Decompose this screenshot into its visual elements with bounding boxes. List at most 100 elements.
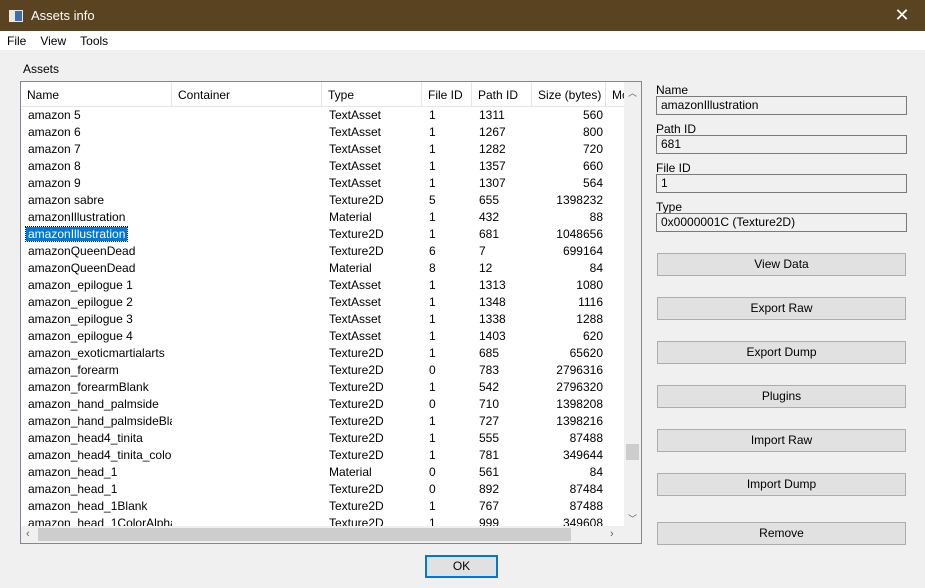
cell-path-id: 1267 <box>479 125 506 139</box>
export-raw-button[interactable]: Export Raw <box>657 297 906 320</box>
cell-path-id: 1403 <box>479 329 506 343</box>
cell-type: Texture2D <box>329 499 384 513</box>
type-label: Type <box>656 200 683 214</box>
cell-type: Texture2D <box>329 244 384 258</box>
table-header: Name Container Type File ID Path ID Size… <box>21 82 624 107</box>
cell-name-text: amazon_forearm <box>28 363 119 377</box>
table-row[interactable]: amazon_epilogue 4 TextAsset 1 1403 620 <box>21 328 624 345</box>
cell-name-text: amazonQueenDead <box>28 261 136 275</box>
cell-name: amazon_head_1Blank <box>21 498 172 515</box>
vertical-scroll-thumb[interactable] <box>626 444 639 460</box>
close-icon[interactable]: ✕ <box>879 0 925 31</box>
cell-container <box>172 294 322 311</box>
table-row[interactable]: amazon_epilogue 2 TextAsset 1 1348 1116 <box>21 294 624 311</box>
ok-button[interactable]: OK <box>425 555 498 578</box>
cell-size: 65620 <box>569 346 603 360</box>
cell-path-id: 542 <box>479 380 500 394</box>
horizontal-scroll-thumb[interactable] <box>38 528 571 541</box>
menu-tools[interactable]: Tools <box>73 34 115 48</box>
cell-type: Texture2D <box>329 227 384 241</box>
table-row[interactable]: amazon 7 TextAsset 1 1282 720 <box>21 141 624 158</box>
table-row[interactable]: amazon_epilogue 1 TextAsset 1 1313 1080 <box>21 277 624 294</box>
table-row[interactable]: amazon 5 TextAsset 1 1311 560 <box>21 107 624 124</box>
menu-view[interactable]: View <box>33 34 73 48</box>
assets-group-label: Assets <box>23 62 60 76</box>
cell-name-text: amazon 7 <box>28 142 81 156</box>
menu-file[interactable]: File <box>0 34 33 48</box>
table-row[interactable]: amazon_forearm Texture2D 0 783 2796316 <box>21 362 624 379</box>
cell-name-text: amazon 5 <box>28 108 81 122</box>
cell-name-text: amazon_epilogue 3 <box>28 312 133 326</box>
cell-type: Texture2D <box>329 193 384 207</box>
cell-size: 1048656 <box>556 227 603 241</box>
cell-path-id: 1307 <box>479 176 506 190</box>
column-header-container[interactable]: Container <box>172 82 322 107</box>
window-title: Assets info <box>31 8 95 23</box>
export-dump-button[interactable]: Export Dump <box>657 341 906 364</box>
cell-name-text: amazon 9 <box>28 176 81 190</box>
table-row[interactable]: amazon_head4_tinita_colo... Texture2D 1 781… <box>21 447 624 464</box>
file-id-field[interactable]: 1 <box>656 174 907 193</box>
cell-size: 699164 <box>562 244 603 258</box>
cell-file-id: 1 <box>429 431 436 445</box>
cell-type: Material <box>329 210 372 224</box>
table-row[interactable]: amazon_head_1 Material 0 561 84 <box>21 464 624 481</box>
table-row[interactable]: amazon 8 TextAsset 1 1357 660 <box>21 158 624 175</box>
table-row[interactable]: amazonQueenDead Texture2D 6 7 699164 <box>21 243 624 260</box>
cell-file-id: 1 <box>429 278 436 292</box>
cell-file-id: 0 <box>429 397 436 411</box>
cell-path-id: 892 <box>479 482 500 496</box>
column-header-path-id[interactable]: Path ID <box>472 82 532 107</box>
cell-name-text: amazon 8 <box>28 159 81 173</box>
cell-name-text: amazon 6 <box>28 125 81 139</box>
cell-container <box>172 260 322 277</box>
import-dump-button[interactable]: Import Dump <box>657 473 906 496</box>
table-row[interactable]: amazon_epilogue 3 TextAsset 1 1338 1288 <box>21 311 624 328</box>
table-row[interactable]: amazon_hand_palmside Texture2D 0 710 1398208 <box>21 396 624 413</box>
cell-container <box>172 226 322 243</box>
column-header-type[interactable]: Type <box>322 82 422 107</box>
table-row[interactable]: amazon_hand_palmsideBlank Texture2D 1 727 13… <box>21 413 624 430</box>
table-row[interactable]: amazon_head4_tinita Texture2D 1 555 87488 <box>21 430 624 447</box>
plugins-button[interactable]: Plugins <box>657 385 906 408</box>
column-header-modified[interactable]: Mo <box>606 82 624 107</box>
table-row[interactable]: amazonIllustration Texture2D 1 681 1048656 <box>21 226 624 243</box>
cell-container <box>172 277 322 294</box>
remove-button[interactable]: Remove <box>657 522 906 545</box>
table-row[interactable]: amazon 9 TextAsset 1 1307 564 <box>21 175 624 192</box>
cell-name-text: amazon_epilogue 2 <box>28 295 133 309</box>
cell-name: amazon_head_1 <box>21 464 172 481</box>
table-row[interactable]: amazon sabre Texture2D 5 655 1398232 <box>21 192 624 209</box>
cell-name: amazon_epilogue 3 <box>21 311 172 328</box>
table-row[interactable]: amazonQueenDead Material 8 12 84 <box>21 260 624 277</box>
horizontal-scrollbar[interactable]: ‹ › <box>21 526 624 543</box>
cell-name-text: amazon_exoticmartialarts <box>28 346 165 360</box>
vertical-scrollbar[interactable]: ︿ ﹀ <box>624 82 641 527</box>
column-header-name[interactable]: Name <box>21 82 172 107</box>
type-field[interactable]: 0x0000001C (Texture2D) <box>656 213 907 232</box>
chevron-right-icon[interactable]: › <box>610 528 614 540</box>
cell-size: 1398208 <box>556 397 603 411</box>
chevron-down-icon[interactable]: ﹀ <box>628 512 637 525</box>
table-row[interactable]: amazon_exoticmartialarts Texture2D 1 685 656… <box>21 345 624 362</box>
cell-name: amazon sabre <box>21 192 172 209</box>
table-row[interactable]: amazonIllustration Material 1 432 88 <box>21 209 624 226</box>
path-id-field[interactable]: 681 <box>656 135 907 154</box>
column-header-size[interactable]: Size (bytes) <box>532 82 606 107</box>
import-raw-button[interactable]: Import Raw <box>657 429 906 452</box>
cell-name-text: amazon_head4_tinita_colo... <box>28 448 172 462</box>
cell-file-id: 1 <box>429 227 436 241</box>
chevron-left-icon[interactable]: ‹ <box>26 528 30 540</box>
cell-name: amazon_epilogue 2 <box>21 294 172 311</box>
table-row[interactable]: amazon_head_1 Texture2D 0 892 87484 <box>21 481 624 498</box>
view-data-button[interactable]: View Data <box>657 253 906 276</box>
table-row[interactable]: amazon_forearmBlank Texture2D 1 542 2796320 <box>21 379 624 396</box>
cell-file-id: 1 <box>429 108 436 122</box>
chevron-up-icon[interactable]: ︿ <box>628 86 637 99</box>
cell-name: amazon 6 <box>21 124 172 141</box>
cell-name-text: amazon_hand_palmsideBlank <box>28 414 172 428</box>
name-field[interactable]: amazonIllustration <box>656 96 907 115</box>
table-row[interactable]: amazon 6 TextAsset 1 1267 800 <box>21 124 624 141</box>
table-row[interactable]: amazon_head_1Blank Texture2D 1 767 87488 <box>21 498 624 515</box>
column-header-file-id[interactable]: File ID <box>422 82 472 107</box>
